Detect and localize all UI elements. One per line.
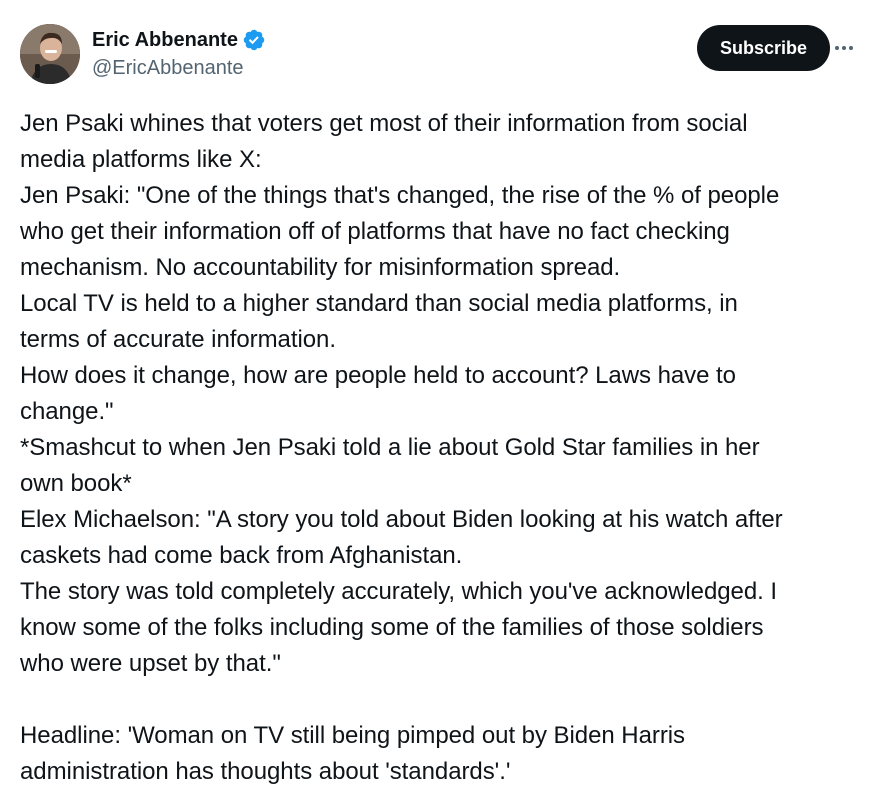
tweet-line: Elex Michaelson: "A story you told about… [20, 506, 783, 533]
tweet-line: change." [20, 398, 114, 425]
verified-badge-icon[interactable] [242, 28, 266, 52]
tweet-line: who were upset by that." [20, 650, 281, 677]
tweet-line: mechanism. No accountability for misinfo… [20, 254, 621, 281]
tweet-line: who get their information off of platfor… [20, 218, 730, 245]
tweet-line: administration has thoughts about 'stand… [20, 758, 511, 785]
more-dots-icon[interactable] [830, 34, 858, 62]
tweet-line: media platforms like X: [20, 146, 262, 173]
author-handle[interactable]: @EricAbbenante [92, 57, 266, 80]
tweet-line: Headline: 'Woman on TV still being pimpe… [20, 722, 685, 749]
tweet-line: caskets had come back from Afghanistan. [20, 542, 463, 569]
avatar-photo [20, 24, 80, 84]
tweet-line: Jen Psaki whines that voters get most of… [20, 110, 748, 137]
tweet-line: own book* [20, 470, 132, 497]
tweet-line: terms of accurate information. [20, 326, 336, 353]
tweet-line: Jen Psaki: "One of the things that's cha… [20, 182, 780, 209]
tweet-line: Local TV is held to a higher standard th… [20, 290, 738, 317]
subscribe-button[interactable]: Subscribe [696, 25, 830, 71]
tweet-line: How does it change, how are people held … [20, 362, 736, 389]
author-names: Eric Abbenante @EricAbbenante [92, 27, 266, 80]
display-name[interactable]: Eric Abbenante [92, 29, 238, 52]
tweet-line: The story was told completely accurately… [20, 578, 778, 605]
avatar[interactable] [20, 24, 80, 84]
display-name-row: Eric Abbenante [92, 27, 266, 53]
tweet-header: Eric Abbenante @EricAbbenante Subscribe [20, 24, 853, 86]
tweet-line: know some of the folks including some of… [20, 614, 764, 641]
tweet-text: Jen Psaki whines that voters get most of… [20, 106, 868, 790]
tweet-line: *Smashcut to when Jen Psaki told a lie a… [20, 434, 760, 461]
